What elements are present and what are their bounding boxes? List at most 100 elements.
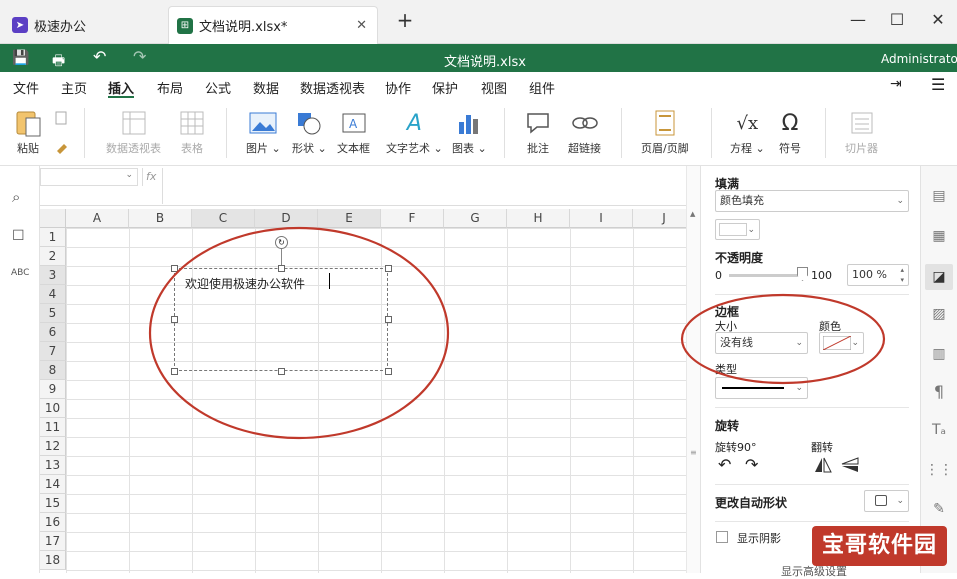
row-header[interactable]: 14 <box>40 475 66 494</box>
resize-handle[interactable] <box>171 265 178 272</box>
name-box[interactable]: ⌄ <box>40 168 138 186</box>
row-header[interactable]: 12 <box>40 437 66 456</box>
menu-protect[interactable]: 保护 <box>432 78 458 97</box>
format-painter-icon[interactable] <box>54 138 70 154</box>
user-name[interactable]: Administrator <box>881 52 957 66</box>
signature-settings-icon[interactable]: ✎ <box>929 499 949 519</box>
opacity-input[interactable]: 100 % ▴ ▾ <box>847 264 909 286</box>
app-tab-home[interactable]: ➤ 极速办公 <box>12 6 86 44</box>
menu-file[interactable]: 文件 <box>13 78 39 97</box>
menu-insert[interactable]: 插入 <box>108 78 134 97</box>
select-all-corner[interactable] <box>40 209 66 228</box>
row-header[interactable]: 17 <box>40 532 66 551</box>
pivot-table-button[interactable]: 数据透视表 <box>106 106 161 156</box>
column-header[interactable]: F <box>381 209 444 228</box>
resize-handle[interactable] <box>171 316 178 323</box>
row-header[interactable]: 1 <box>40 228 66 247</box>
column-header[interactable]: G <box>444 209 507 228</box>
open-folder-icon[interactable]: ⇥ <box>890 76 902 92</box>
column-header[interactable]: A <box>66 209 129 228</box>
copy-icon[interactable] <box>54 110 70 126</box>
column-header[interactable]: I <box>570 209 633 228</box>
rotate-left-icon[interactable]: ↶ <box>718 455 731 474</box>
rotate-right-icon[interactable]: ↷ <box>745 455 758 474</box>
symbol-button[interactable]: Ω 符号 <box>779 106 801 156</box>
menu-layout[interactable]: 布局 <box>157 78 183 97</box>
paste-button[interactable]: 粘贴 <box>14 106 42 156</box>
comment-button[interactable]: 批注 <box>525 106 551 156</box>
search-icon[interactable]: ⌕ <box>12 188 20 206</box>
equation-button[interactable]: √x 方程 ⌄ <box>730 106 765 156</box>
shape-button[interactable]: 形状 ⌄ <box>292 106 327 156</box>
maximize-button[interactable]: ☐ <box>885 10 909 29</box>
formula-input[interactable] <box>162 168 690 204</box>
flip-horizontal-icon[interactable] <box>814 457 832 473</box>
image-button[interactable]: 图片 ⌄ <box>246 106 281 156</box>
textbox-button[interactable]: A 文本框 <box>337 106 370 156</box>
column-header[interactable]: C <box>192 209 255 228</box>
row-header[interactable]: 13 <box>40 456 66 475</box>
row-header[interactable]: 4 <box>40 285 66 304</box>
resize-handle[interactable] <box>385 265 392 272</box>
menu-pivot[interactable]: 数据透视表 <box>300 78 365 97</box>
row-header[interactable]: 16 <box>40 513 66 532</box>
border-color-picker[interactable]: ⌄ <box>819 332 864 354</box>
close-window-button[interactable]: ✕ <box>926 10 950 29</box>
shadow-checkbox[interactable] <box>716 531 728 543</box>
cell-settings-icon[interactable]: ▤ <box>929 186 949 206</box>
fx-icon[interactable]: fx <box>142 168 160 186</box>
row-header[interactable]: 2 <box>40 247 66 266</box>
flip-vertical-icon[interactable] <box>841 457 859 473</box>
image-settings-icon[interactable]: ▨ <box>929 304 949 324</box>
header-footer-button[interactable]: 页眉/页脚 <box>641 106 689 156</box>
textbox-shape[interactable]: 欢迎使用极速办公软件 <box>174 268 388 371</box>
row-header[interactable]: 9 <box>40 380 66 399</box>
hyperlink-button[interactable]: 超链接 <box>568 106 601 156</box>
resize-handle[interactable] <box>278 265 285 272</box>
document-tab[interactable]: ⊞ 文档说明.xlsx* ✕ <box>168 6 378 44</box>
comment-panel-icon[interactable]: ☐ <box>12 228 25 244</box>
close-tab-icon[interactable]: ✕ <box>356 18 367 33</box>
save-icon[interactable]: 💾 <box>12 50 29 66</box>
table-button[interactable]: 表格 <box>179 106 205 156</box>
column-header[interactable]: E <box>318 209 381 228</box>
row-header[interactable]: 6 <box>40 323 66 342</box>
rotate-handle-icon[interactable]: ↻ <box>275 236 288 249</box>
column-header[interactable]: H <box>507 209 570 228</box>
resize-handle[interactable] <box>171 368 178 375</box>
row-header[interactable]: 11 <box>40 418 66 437</box>
row-header[interactable]: 15 <box>40 494 66 513</box>
chart-settings-icon[interactable]: ▥ <box>929 344 949 364</box>
row-header[interactable]: 10 <box>40 399 66 418</box>
scroll-up-icon[interactable]: ▲ <box>690 210 695 218</box>
paragraph-settings-icon[interactable]: ¶ <box>929 381 949 401</box>
row-header[interactable]: 7 <box>40 342 66 361</box>
fill-color-picker[interactable]: ⌄ <box>715 219 760 240</box>
shape-settings-icon[interactable]: ◪ <box>925 264 953 290</box>
spreadsheet-grid[interactable]: A B C D E F G H I J 1 2 3 4 5 6 7 8 9 10… <box>40 209 686 573</box>
scroll-grip-icon[interactable]: ≡ <box>690 448 697 457</box>
row-header[interactable]: 3 <box>40 266 66 285</box>
row-header[interactable]: 18 <box>40 551 66 570</box>
resize-handle[interactable] <box>278 368 285 375</box>
menu-plugins[interactable]: 组件 <box>529 78 555 97</box>
menu-formula[interactable]: 公式 <box>205 78 231 97</box>
fill-type-select[interactable]: 颜色填充 ⌄ <box>715 190 909 212</box>
hamburger-menu-icon[interactable]: ☰ <box>931 75 945 94</box>
change-shape-select[interactable]: ⌄ <box>864 490 909 512</box>
slicer-button[interactable]: 切片器 <box>845 106 878 156</box>
row-header[interactable]: 5 <box>40 304 66 323</box>
spellcheck-icon[interactable]: ABC <box>11 268 29 278</box>
text-art-settings-icon[interactable]: Tₐ <box>929 420 949 440</box>
redo-icon[interactable]: ↷ <box>133 47 146 66</box>
column-header[interactable]: D <box>255 209 318 228</box>
menu-collab[interactable]: 协作 <box>385 78 411 97</box>
pivot-settings-icon[interactable]: ⋮⋮ <box>925 460 953 480</box>
table-settings-icon[interactable]: ▦ <box>929 226 949 246</box>
vertical-scrollbar[interactable]: ▲ ≡ <box>686 166 700 573</box>
resize-handle[interactable] <box>385 368 392 375</box>
wordart-button[interactable]: A 文字艺术 ⌄ <box>386 106 443 156</box>
column-header[interactable]: B <box>129 209 192 228</box>
menu-view[interactable]: 视图 <box>481 78 507 97</box>
undo-icon[interactable]: ↶ <box>93 47 106 66</box>
